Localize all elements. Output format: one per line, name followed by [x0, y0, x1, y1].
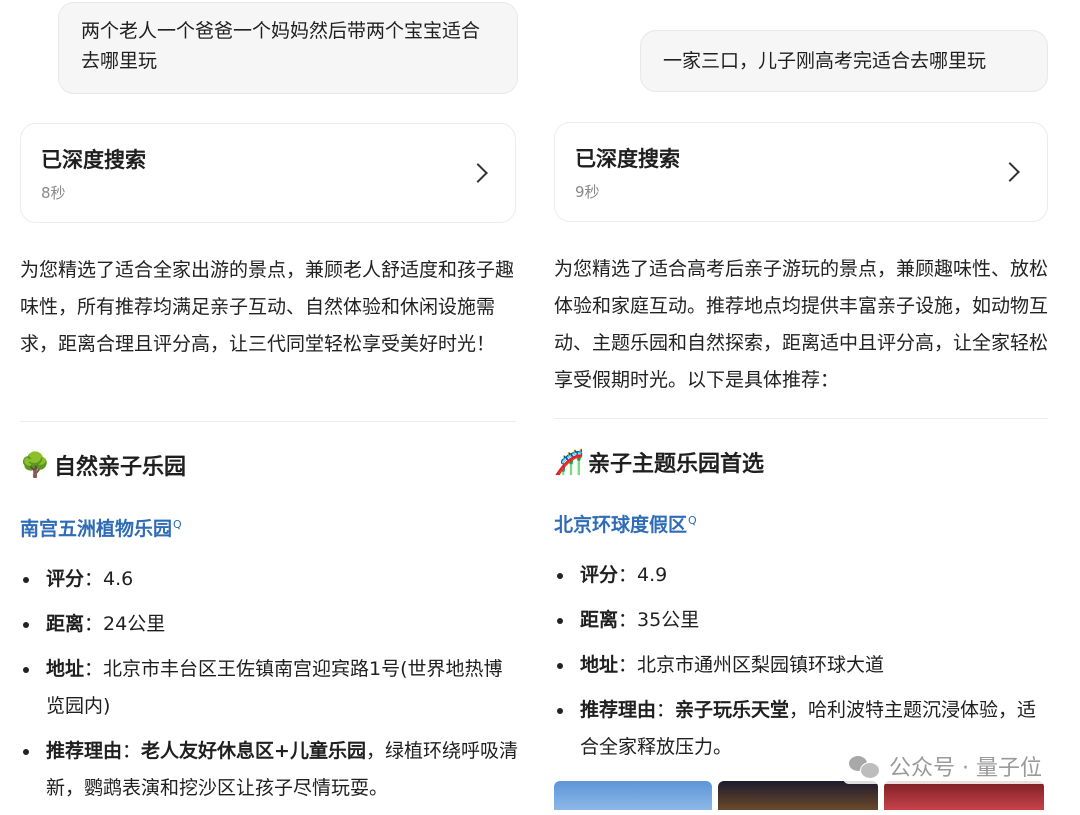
wechat-icon — [849, 754, 881, 779]
deep-search-card[interactable]: 已深度搜索 9秒 — [554, 122, 1048, 222]
reason-separator: ： — [122, 740, 142, 762]
place-details-list: 评分：4.9 距离：35公里 地址：北京市通州区梨园镇环球大道 推荐理由：亲子玩… — [554, 557, 1052, 774]
place-details-list: 评分：4.6 距离：24公里 地址：北京市丰台区王佐镇南宫迎宾路1号(世界地热博… — [20, 561, 518, 815]
deep-search-time: 8秒 — [41, 184, 66, 202]
roller-coaster-icon: 🎢 — [554, 448, 584, 476]
section-heading-text: 亲子主题乐园首选 — [588, 452, 765, 477]
section-heading-text: 自然亲子乐园 — [54, 455, 187, 480]
chevron-right-icon[interactable] — [468, 163, 488, 183]
chevron-right-icon[interactable] — [1000, 162, 1020, 182]
tree-icon: 🌳 — [20, 451, 50, 479]
section-heading: 🎢 亲子主题乐园首选 — [554, 446, 764, 478]
address-label: 地址 — [580, 654, 619, 676]
watermark-text: 公众号 · 量子位 — [889, 756, 1042, 781]
divider — [20, 421, 516, 422]
address-value: ：北京市丰台区王佐镇南宫迎宾路1号(世界地热博览园内) — [46, 658, 503, 717]
distance-item: 距离：35公里 — [554, 602, 1052, 639]
search-marker-icon[interactable]: Q — [173, 518, 182, 531]
reason-highlight: 亲子玩乐天堂 — [675, 699, 790, 721]
section-heading: 🌳 自然亲子乐园 — [20, 449, 186, 481]
place-name[interactable]: 南宫五洲植物乐园 — [20, 518, 172, 540]
reason-label: 推荐理由 — [46, 740, 123, 762]
search-marker-icon[interactable]: Q — [688, 514, 697, 527]
reason-highlight: 老人友好休息区+儿童乐园 — [141, 740, 366, 762]
address-value: ：北京市通州区梨园镇环球大道 — [618, 654, 885, 676]
user-message-bubble: 一家三口，儿子刚高考完适合去哪里玩 — [640, 30, 1048, 92]
place-photo[interactable] — [554, 781, 712, 810]
user-message-bubble: 两个老人一个爸爸一个妈妈然后带两个宝宝适合去哪里玩 — [58, 2, 518, 94]
distance-label: 距离 — [46, 613, 85, 635]
deep-search-title: 已深度搜索 — [575, 147, 680, 171]
distance-value: ：35公里 — [618, 609, 700, 631]
distance-label: 距离 — [580, 609, 619, 631]
place-photo[interactable] — [884, 781, 1044, 810]
rating-label: 评分 — [46, 568, 85, 590]
watermark: 公众号 · 量子位 — [843, 748, 1048, 784]
place-link[interactable]: 南宫五洲植物乐园Q — [20, 514, 182, 541]
rating-item: 评分：4.6 — [20, 561, 518, 598]
answer-summary: 为您精选了适合全家出游的景点，兼顾老人舒适度和孩子趣味性，所有推荐均满足亲子互动… — [20, 259, 515, 355]
answer-summary: 为您精选了适合高考后亲子游玩的景点，兼顾趣味性、放松体验和家庭互动。推荐地点均提… — [554, 258, 1049, 391]
divider — [554, 418, 1048, 419]
reason-label: 推荐理由 — [580, 699, 657, 721]
reason-separator: ： — [656, 699, 676, 721]
place-name[interactable]: 北京环球度假区 — [554, 514, 687, 536]
photo-strip[interactable] — [554, 781, 1044, 810]
deep-search-title: 已深度搜索 — [41, 148, 146, 172]
address-label: 地址 — [46, 658, 85, 680]
rating-value: ：4.6 — [84, 568, 134, 590]
distance-value: ：24公里 — [84, 613, 166, 635]
deep-search-card[interactable]: 已深度搜索 8秒 — [20, 123, 516, 223]
rating-item: 评分：4.9 — [554, 557, 1052, 594]
place-photo[interactable] — [718, 781, 878, 810]
place-link[interactable]: 北京环球度假区Q — [554, 510, 697, 537]
deep-search-time: 9秒 — [575, 183, 600, 201]
distance-item: 距离：24公里 — [20, 606, 518, 643]
address-item: 地址：北京市通州区梨园镇环球大道 — [554, 647, 1052, 684]
reason-item: 推荐理由：老人友好休息区+儿童乐园，绿植环绕呼吸清新，鹦鹉表演和挖沙区让孩子尽情… — [20, 733, 518, 807]
rating-value: ：4.9 — [618, 564, 668, 586]
address-item: 地址：北京市丰台区王佐镇南宫迎宾路1号(世界地热博览园内) — [20, 651, 518, 725]
rating-label: 评分 — [580, 564, 619, 586]
